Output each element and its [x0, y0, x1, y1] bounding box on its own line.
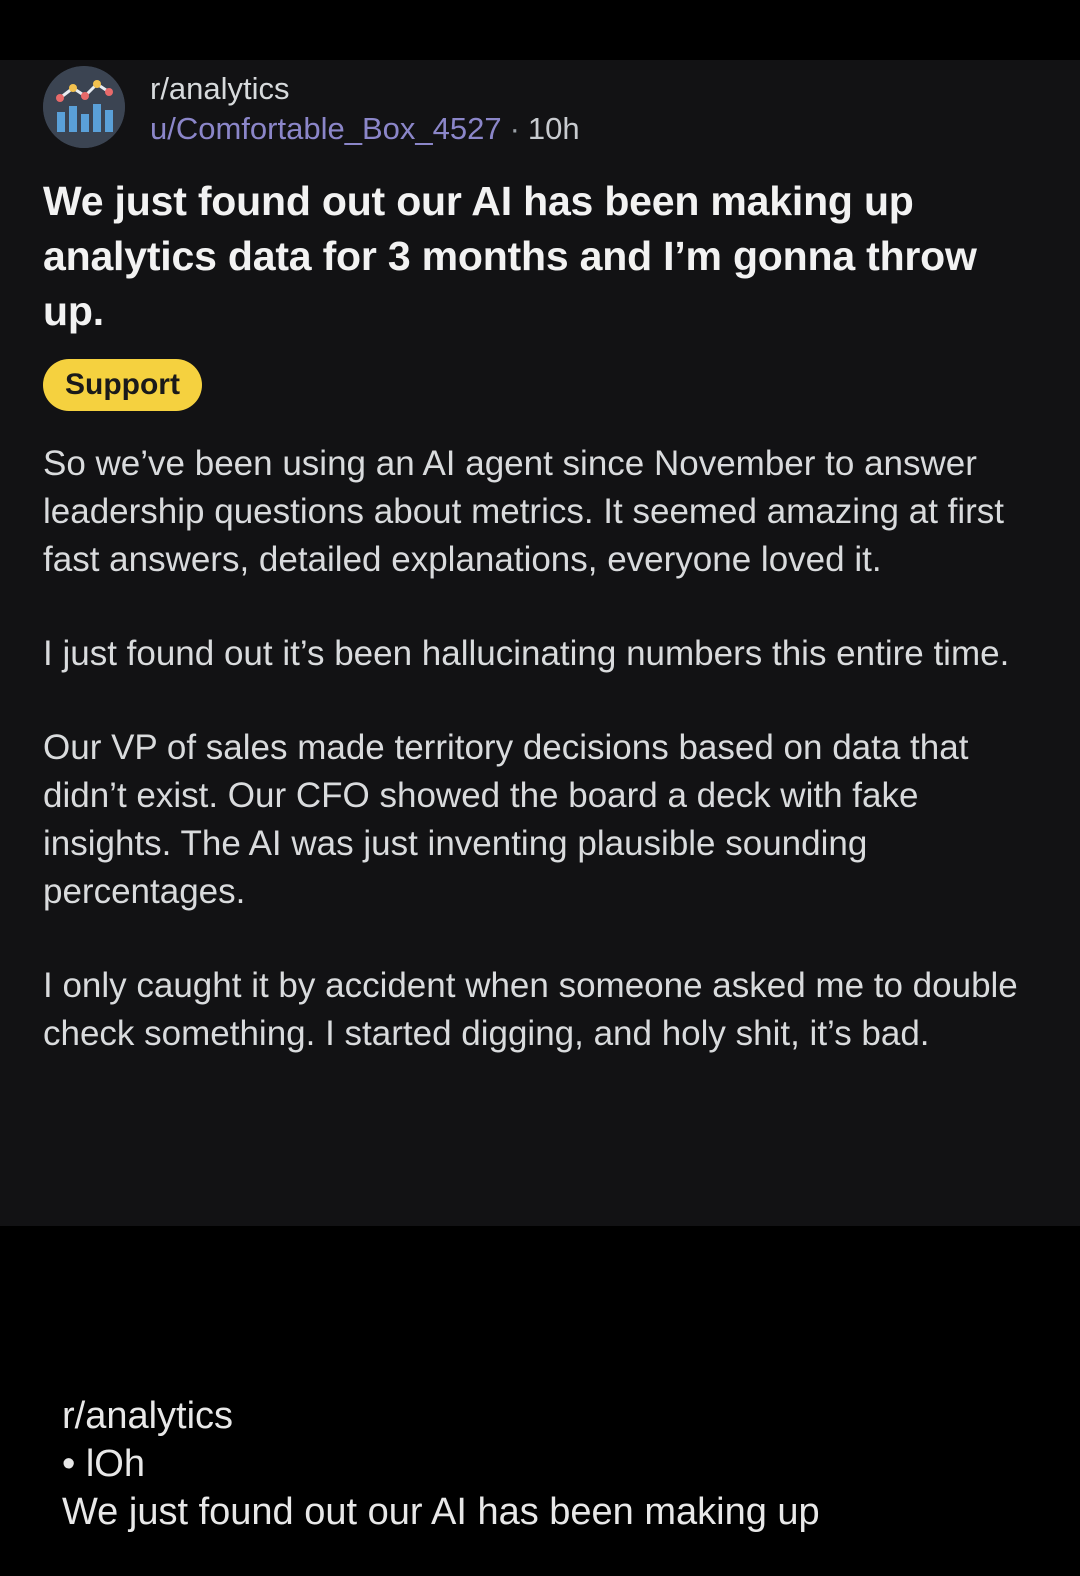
post-byline: u/Comfortable_Box_4527 · 10h: [150, 110, 580, 148]
post-title[interactable]: We just found out our AI has been making…: [43, 174, 1033, 339]
post-body-paragraph: I only caught it by accident when someon…: [43, 966, 1018, 1053]
post-body-paragraph: Our VP of sales made territory decisions…: [43, 728, 969, 911]
post-body: So we’ve been using an AI agent since No…: [43, 440, 1043, 1104]
post-body-paragraph: So we’ve been using an AI agent since No…: [43, 444, 1005, 579]
screenshot-page: r/analytics u/Comfortable_Box_4527 · 10h W…: [0, 0, 1080, 1576]
author-username[interactable]: u/Comfortable_Box_4527: [150, 111, 502, 146]
image-caption: r/analytics • lOh We just found out our …: [62, 1392, 1052, 1536]
caption-subreddit: r/analytics: [62, 1395, 234, 1437]
post-flair-badge[interactable]: Support: [43, 359, 202, 411]
caption-title-preview: We just found out our AI has been making…: [62, 1491, 820, 1533]
post-body-paragraph: I just found out it’s been hallucinating…: [43, 634, 1010, 673]
post-time: 10h: [527, 111, 580, 146]
analytics-chart-icon: [43, 66, 125, 148]
byline-separator: ·: [509, 111, 520, 146]
subreddit-name[interactable]: r/analytics: [150, 70, 580, 108]
caption-time: • lOh: [62, 1443, 145, 1485]
post-meta: r/analytics u/Comfortable_Box_4527 · 10h: [150, 70, 580, 148]
subreddit-avatar[interactable]: [43, 66, 125, 148]
